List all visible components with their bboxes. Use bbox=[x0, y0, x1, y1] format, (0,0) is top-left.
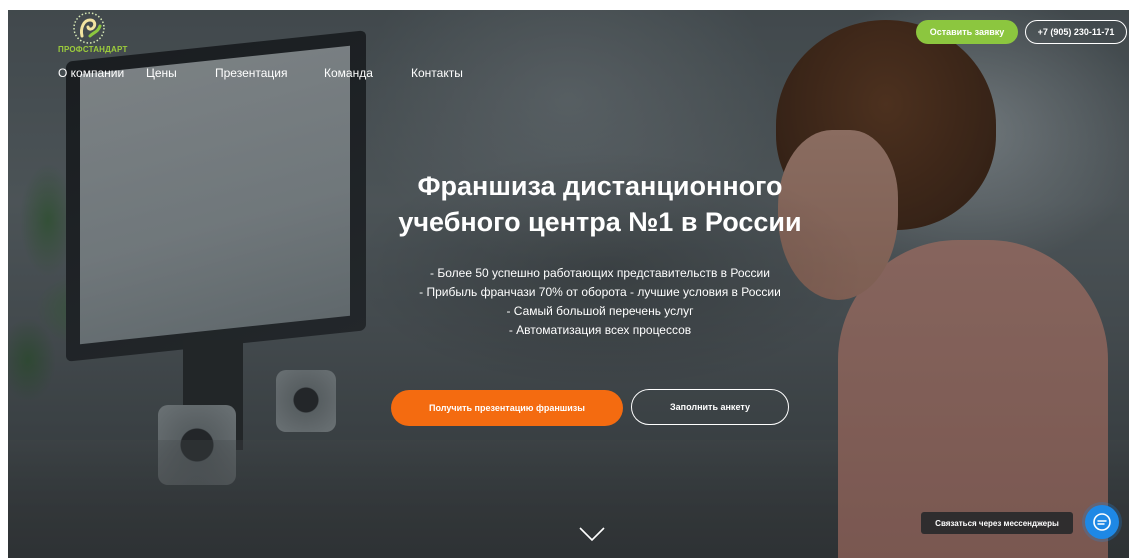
hero-bullet-list: - Более 50 успешно работающих представит… bbox=[340, 264, 860, 340]
hero-bullet: - Прибыль франчази 70% от оборота - лучш… bbox=[419, 285, 781, 299]
get-presentation-button[interactable]: Получить презентацию франшизы bbox=[391, 390, 623, 426]
hero-title: Франшиза дистанционного учебного центра … bbox=[340, 168, 860, 240]
logo-text: ПРОФСТАНДАРТ bbox=[58, 45, 128, 54]
logo-icon bbox=[73, 12, 105, 44]
messenger-button[interactable] bbox=[1085, 505, 1119, 539]
nav-item-contacts[interactable]: Контакты bbox=[411, 66, 463, 80]
chevron-down-icon[interactable] bbox=[578, 526, 606, 542]
logo[interactable]: ПРОФСТАНДАРТ bbox=[58, 12, 128, 58]
messenger-label[interactable]: Связаться через мессенджеры bbox=[921, 512, 1073, 534]
fill-form-button[interactable]: Заполнить анкету bbox=[631, 389, 789, 425]
phone-button[interactable]: +7 (905) 230-11-71 bbox=[1025, 20, 1127, 44]
hero-bullet: - Самый большой перечень услуг bbox=[506, 304, 694, 318]
nav-item-presentation[interactable]: Презентация bbox=[215, 66, 288, 80]
chat-bubble-icon bbox=[1093, 513, 1111, 531]
hero-bullet: - Автоматизация всех процессов bbox=[508, 323, 692, 337]
request-button[interactable]: Оставить заявку bbox=[916, 20, 1018, 44]
page: ПРОФСТАНДАРТ О компании Цены Презентация… bbox=[0, 0, 1129, 558]
hero-bullet: - Более 50 успешно работающих представит… bbox=[430, 266, 770, 280]
nav-item-team[interactable]: Команда bbox=[324, 66, 373, 80]
hero-title-line: учебного центра №1 в России bbox=[398, 207, 802, 237]
nav-item-prices[interactable]: Цены bbox=[146, 66, 177, 80]
hero-title-line: Франшиза дистанционного bbox=[417, 171, 783, 201]
nav-item-about[interactable]: О компании bbox=[58, 66, 124, 80]
